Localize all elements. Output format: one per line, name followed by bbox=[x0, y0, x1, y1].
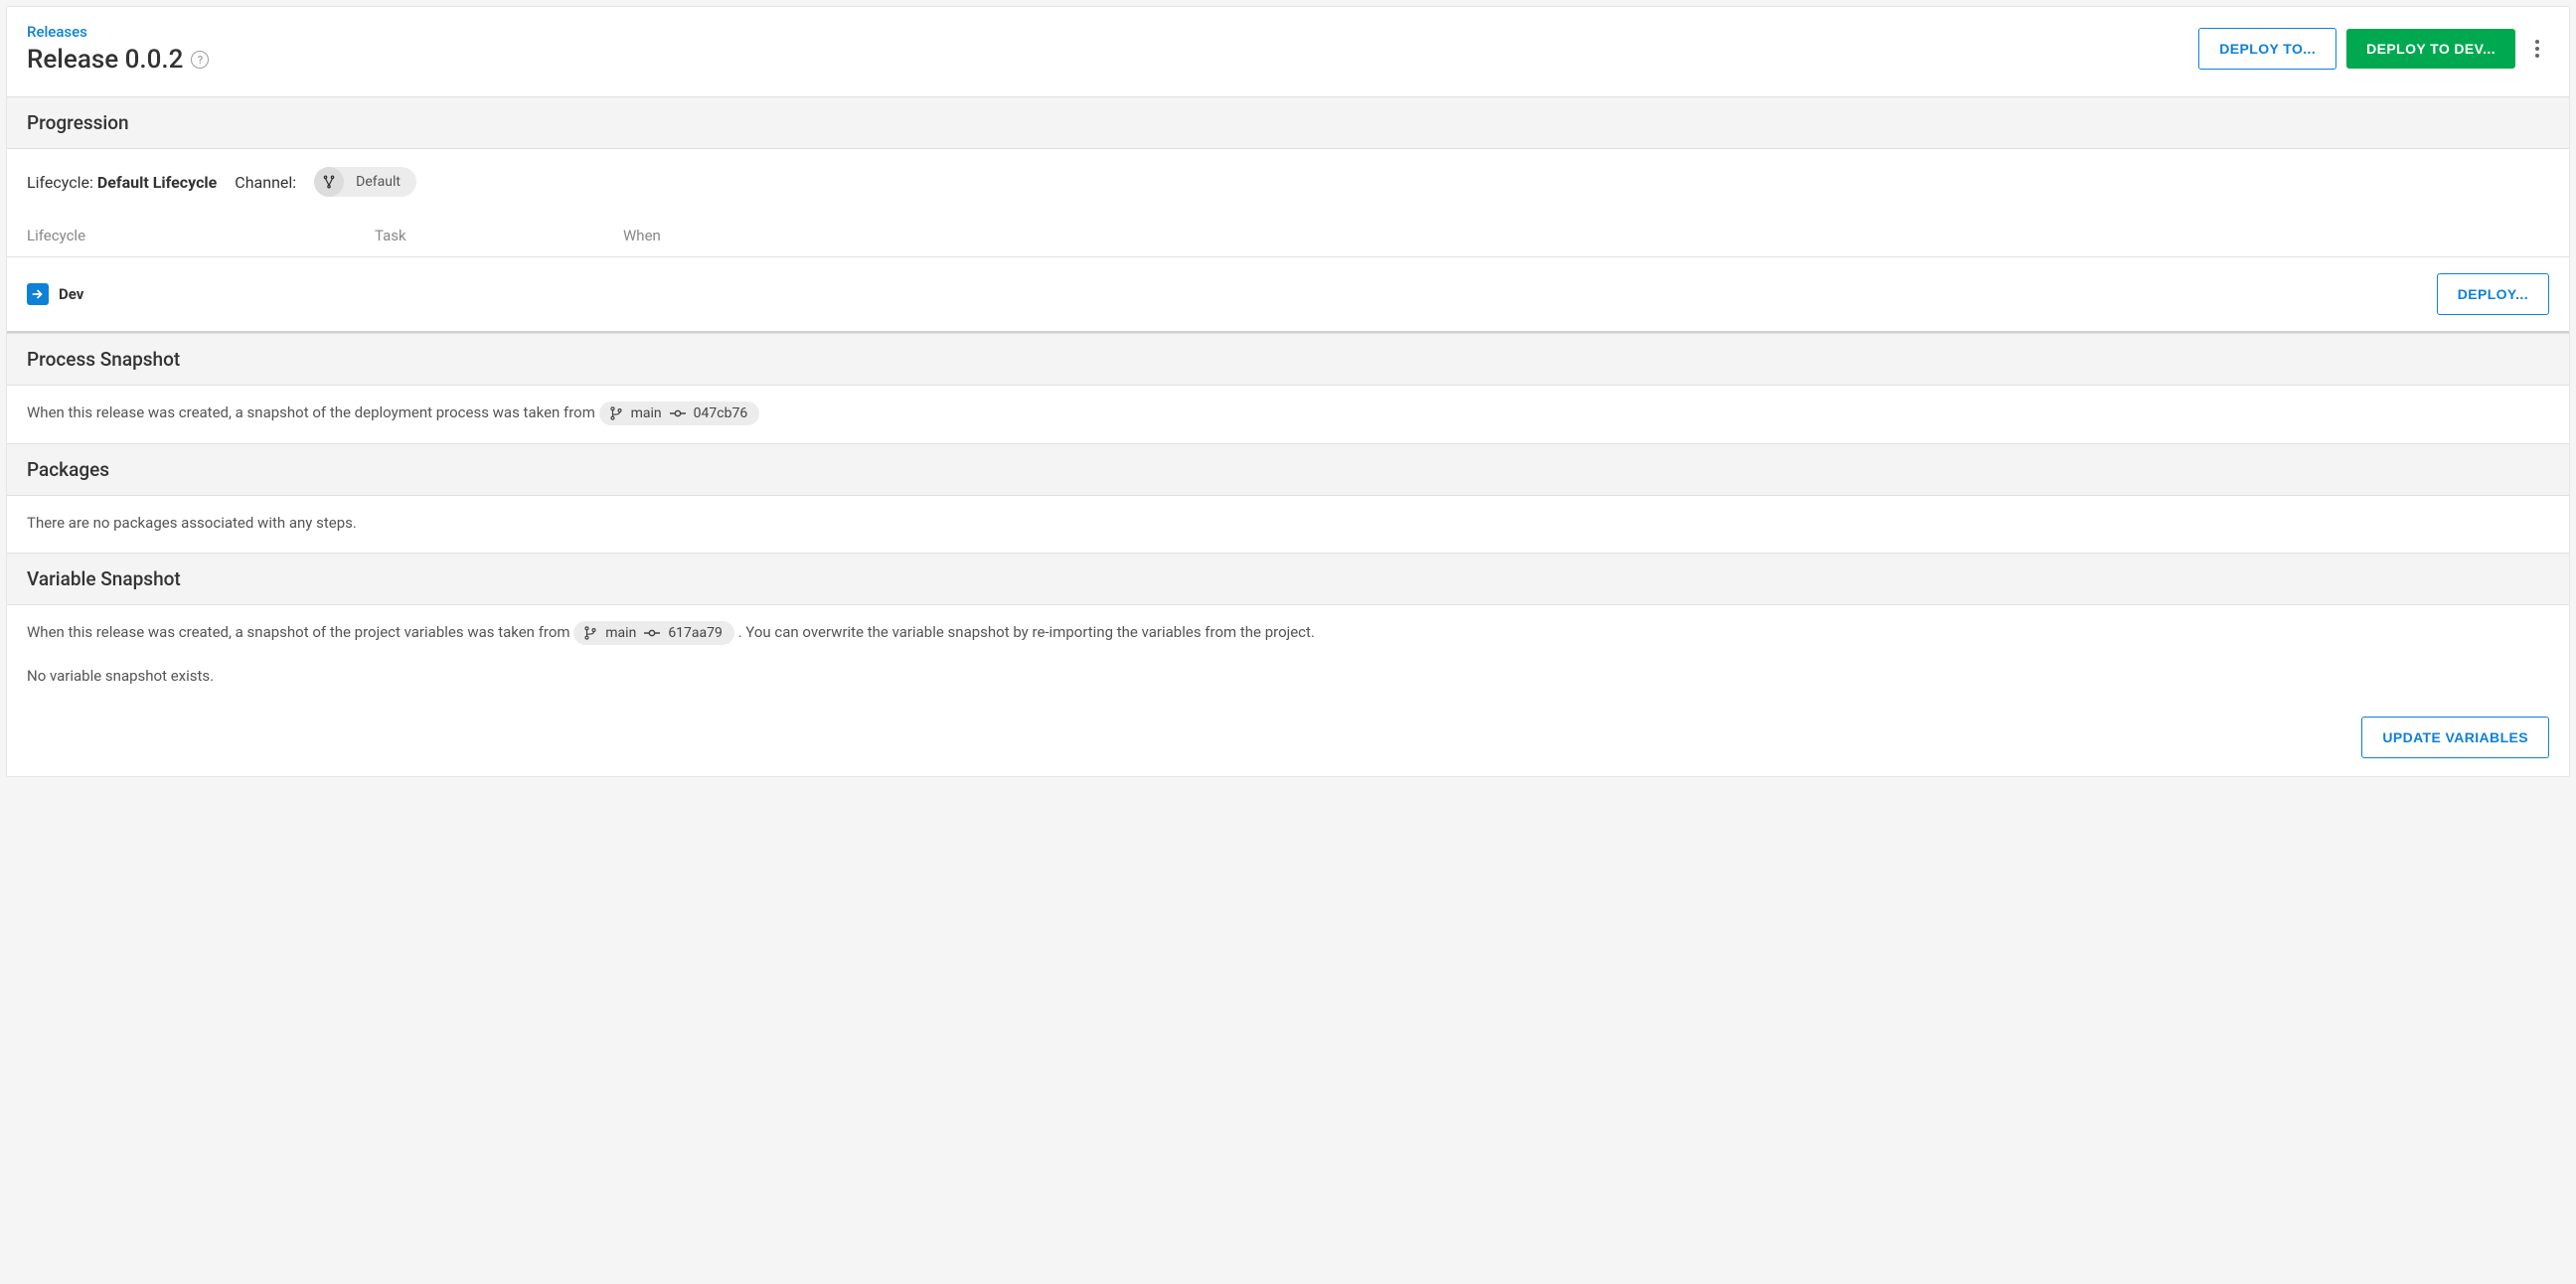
lifecycle-value: Default Lifecycle bbox=[97, 173, 217, 192]
help-icon[interactable]: ? bbox=[191, 51, 209, 69]
variable-snapshot-footer: UPDATE VARIABLES bbox=[7, 705, 2569, 776]
release-page: Releases Release 0.0.2 ? DEPLOY TO... DE… bbox=[6, 6, 2570, 777]
deploy-to-button[interactable]: DEPLOY TO... bbox=[2198, 28, 2336, 70]
deploy-row-button[interactable]: DEPLOY... bbox=[2437, 273, 2549, 315]
arrow-right-icon bbox=[27, 283, 49, 305]
lifecycle-channel-row: Lifecycle: Default Lifecycle Channel: De… bbox=[27, 167, 2549, 197]
variable-snapshot-heading: Variable Snapshot bbox=[7, 553, 2569, 605]
progression-body: Lifecycle: Default Lifecycle Channel: De… bbox=[7, 149, 2569, 256]
channel-label: Channel: bbox=[235, 173, 296, 192]
progression-heading: Progression bbox=[7, 96, 2569, 149]
col-lifecycle: Lifecycle bbox=[27, 227, 375, 244]
channel-branch-icon bbox=[314, 167, 344, 197]
col-task: Task bbox=[375, 227, 623, 244]
variable-snapshot-text-after: . You can overwrite the variable snapsho… bbox=[738, 623, 1315, 641]
page-title: Release 0.0.2 ? bbox=[27, 45, 209, 75]
process-snapshot-heading: Process Snapshot bbox=[7, 333, 2569, 386]
lifecycle-display: Lifecycle: Default Lifecycle bbox=[27, 173, 217, 192]
progression-row-dev: Dev DEPLOY... bbox=[7, 256, 2569, 333]
update-variables-button[interactable]: UPDATE VARIABLES bbox=[2361, 717, 2549, 758]
variable-snapshot-none: No variable snapshot exists. bbox=[27, 665, 2549, 688]
packages-body: There are no packages associated with an… bbox=[7, 496, 2569, 553]
lifecycle-label: Lifecycle: bbox=[27, 173, 97, 192]
overflow-menu-icon[interactable] bbox=[2525, 34, 2549, 64]
page-header: Releases Release 0.0.2 ? DEPLOY TO... DE… bbox=[7, 7, 2569, 96]
git-branch-icon bbox=[609, 406, 623, 420]
process-snapshot-commit: 047cb76 bbox=[694, 405, 748, 421]
variable-snapshot-body: When this release was created, a snapsho… bbox=[7, 605, 2569, 706]
packages-heading: Packages bbox=[7, 443, 2569, 496]
variable-snapshot-git-chip[interactable]: main 617aa79 bbox=[573, 621, 734, 645]
variable-snapshot-text-before: When this release was created, a snapsho… bbox=[27, 623, 573, 641]
git-commit-icon bbox=[670, 408, 686, 418]
process-snapshot-git-chip[interactable]: main 047cb76 bbox=[599, 401, 760, 425]
variable-snapshot-line1: When this release was created, a snapsho… bbox=[27, 621, 2549, 645]
variable-snapshot-branch: main bbox=[605, 625, 636, 641]
header-left: Releases Release 0.0.2 ? bbox=[27, 23, 209, 75]
channel-chip-label: Default bbox=[356, 174, 401, 190]
page-title-text: Release 0.0.2 bbox=[27, 45, 183, 75]
variable-snapshot-commit: 617aa79 bbox=[668, 625, 723, 641]
env-cell: Dev bbox=[27, 283, 83, 305]
git-branch-icon bbox=[583, 626, 597, 640]
deploy-to-dev-button[interactable]: DEPLOY TO DEV... bbox=[2346, 29, 2515, 69]
env-name: Dev bbox=[59, 285, 83, 303]
process-snapshot-body: When this release was created, a snapsho… bbox=[7, 386, 2569, 443]
progression-columns: Lifecycle Task When bbox=[27, 221, 2549, 250]
channel-chip[interactable]: Default bbox=[314, 167, 416, 197]
packages-text: There are no packages associated with an… bbox=[27, 514, 357, 532]
col-when: When bbox=[623, 227, 2549, 244]
git-commit-icon bbox=[644, 628, 660, 638]
process-snapshot-branch: main bbox=[631, 405, 662, 421]
process-snapshot-text: When this release was created, a snapsho… bbox=[27, 403, 599, 421]
breadcrumb-releases[interactable]: Releases bbox=[27, 23, 87, 41]
header-actions: DEPLOY TO... DEPLOY TO DEV... bbox=[2198, 28, 2549, 70]
